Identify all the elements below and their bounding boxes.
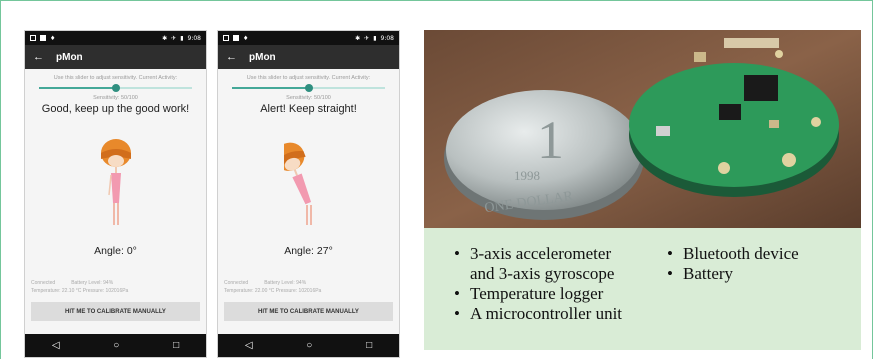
back-arrow-icon[interactable]: ←: [226, 51, 237, 63]
status-bar: ♦ ✱ ✈ ▮ 9:08: [25, 31, 206, 45]
app-title: pMon: [56, 51, 83, 63]
notification-icon: [30, 35, 36, 41]
feature-list-right: Bluetooth device Battery: [667, 244, 799, 284]
airplane-icon: ✈: [364, 34, 370, 42]
svg-text:1998: 1998: [514, 168, 540, 183]
slider-hint: Use this slider to adjust sensitivity. C…: [246, 75, 371, 81]
nav-bar: ◁ ○ □: [25, 334, 206, 357]
slider-thumb[interactable]: [304, 84, 313, 92]
battery-icon: ▮: [180, 34, 184, 42]
svg-text:1: 1: [537, 110, 564, 170]
feature-caption: 3-axis accelerometer and 3-axis gyroscop…: [424, 228, 861, 350]
back-arrow-icon[interactable]: ←: [33, 51, 44, 63]
recents-nav-icon[interactable]: □: [366, 340, 372, 351]
feature-list-left: 3-axis accelerometer and 3-axis gyroscop…: [454, 244, 622, 324]
app-title: pMon: [249, 51, 276, 63]
activity-message: Good, keep up the good work!: [41, 103, 190, 115]
list-item: A microcontroller unit: [454, 304, 622, 324]
sensitivity-label: Sensitivity: 50/100: [93, 95, 138, 101]
back-nav-icon[interactable]: ◁: [245, 340, 253, 351]
home-nav-icon[interactable]: ○: [113, 340, 119, 351]
recents-nav-icon[interactable]: □: [173, 340, 179, 351]
slider-thumb[interactable]: [111, 84, 120, 92]
list-item: 3-axis accelerometer: [454, 244, 622, 264]
posture-figure-slouched: [218, 125, 399, 235]
phone-screen-tilted: ♦ ✱ ✈ ▮ 9:08 ← pMon Use this slider to adju…: [217, 30, 400, 358]
airplane-icon: ✈: [171, 34, 177, 42]
calibrate-button[interactable]: HIT ME TO CALIBRATE MANUALLY: [31, 302, 200, 321]
sensitivity-label: Sensitivity: 50/100: [286, 95, 331, 101]
posture-figure: [25, 125, 206, 235]
back-nav-icon[interactable]: ◁: [52, 340, 60, 351]
calibrate-button[interactable]: HIT ME TO CALIBRATE MANUALLY: [224, 302, 393, 321]
signal-icon: ♦: [243, 34, 249, 42]
sensitivity-slider[interactable]: [39, 83, 192, 93]
signal-icon: ♦: [50, 34, 56, 42]
angle-readout: Angle: 0°: [94, 245, 137, 257]
notification-icon: [233, 35, 239, 41]
sensor-status: Connected Battery Level: 94% Temperature:…: [224, 280, 322, 294]
status-time: 9:08: [380, 34, 394, 42]
app-bar: ← pMon: [218, 45, 399, 69]
notification-icon: [223, 35, 229, 41]
sensitivity-slider[interactable]: [232, 83, 385, 93]
status-bar: ♦ ✱ ✈ ▮ 9:08: [218, 31, 399, 45]
activity-message: Alert! Keep straight!: [260, 103, 357, 115]
list-item: Bluetooth device: [667, 244, 799, 264]
list-item: Temperature logger: [454, 284, 622, 304]
home-nav-icon[interactable]: ○: [306, 340, 312, 351]
app-bar: ← pMon: [25, 45, 206, 69]
sensor-status: Connected Battery Level: 94% Temperature:…: [31, 280, 129, 294]
bluetooth-icon: ✱: [162, 34, 168, 42]
battery-icon: ▮: [373, 34, 377, 42]
slider-hint: Use this slider to adjust sensitivity. C…: [53, 75, 178, 81]
list-item-continuation: and 3-axis gyroscope: [470, 264, 615, 283]
notification-icon: [40, 35, 46, 41]
coin-image: 1 1998 ONE DOLLAR: [444, 90, 644, 220]
angle-readout: Angle: 27°: [284, 245, 333, 257]
device-photo: 1 1998 ONE DOLLAR: [424, 30, 861, 228]
nav-bar: ◁ ○ □: [218, 334, 399, 357]
phone-screen-upright: ♦ ✱ ✈ ▮ 9:08 ← pMon Use this slider to adju…: [24, 30, 207, 358]
bluetooth-icon: ✱: [355, 34, 361, 42]
status-time: 9:08: [187, 34, 201, 42]
list-item: Battery: [667, 264, 799, 284]
